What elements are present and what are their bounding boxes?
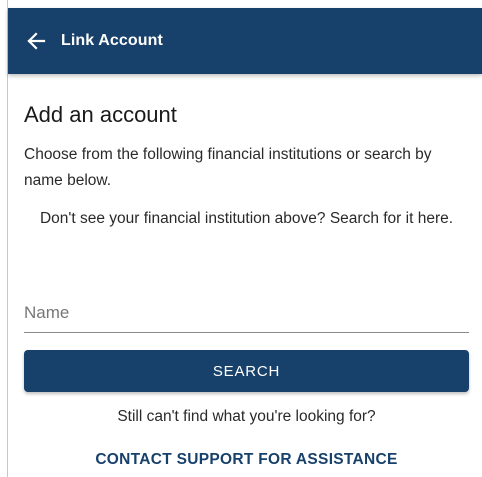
search-button[interactable]: SEARCH bbox=[24, 350, 469, 392]
back-button[interactable] bbox=[22, 27, 50, 55]
app-bar: Link Account bbox=[8, 8, 482, 74]
add-account-heading: Add an account bbox=[24, 102, 177, 127]
intro-text: Choose from the following financial inst… bbox=[24, 146, 432, 189]
page-title: Link Account bbox=[61, 32, 163, 49]
arrow-left-icon bbox=[27, 32, 46, 50]
not-found-text: Don't see your financial institution abo… bbox=[39, 210, 454, 227]
main-content: Add an account Choose from the following… bbox=[24, 74, 469, 468]
name-search-input[interactable] bbox=[24, 294, 469, 333]
link-account-screen: Link Account Add an account Choose from … bbox=[0, 0, 482, 477]
still-cant-find-text: Still can't find what you're looking for… bbox=[117, 408, 376, 425]
contact-support-link[interactable]: CONTACT SUPPORT FOR ASSISTANCE bbox=[24, 449, 469, 471]
